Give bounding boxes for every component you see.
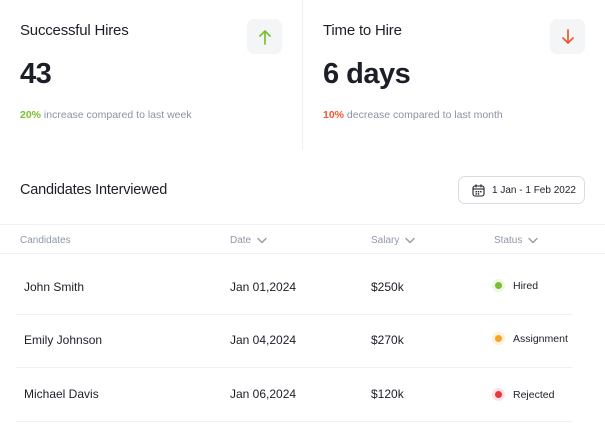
candidate-name: Michael Davis <box>24 387 99 401</box>
trend-up-button[interactable] <box>247 19 282 54</box>
status-dot <box>495 391 502 398</box>
column-header-salary[interactable]: Salary <box>371 235 416 246</box>
kpi-successful-hires: Successful Hires 43 20% increase compare… <box>0 0 302 150</box>
kpi-percent: 10% <box>323 109 345 121</box>
calendar-icon <box>472 183 485 197</box>
status-dot-ring <box>492 388 505 401</box>
candidate-name: John Smith <box>24 280 85 294</box>
status-badge: Hired <box>492 279 538 292</box>
kpi-title: Successful Hires <box>20 22 129 39</box>
salary-value: $270k <box>371 333 404 347</box>
column-header-label: Candidates <box>20 235 71 246</box>
status-label: Hired <box>513 279 539 292</box>
salary-value: $250k <box>371 280 404 294</box>
interview-date: Jan 01,2024 <box>230 280 297 294</box>
column-header-label: Date <box>230 235 252 246</box>
status-badge: Rejected <box>492 388 554 401</box>
kpi-value: 43 <box>20 58 52 90</box>
section-title: Candidates Interviewed <box>20 182 168 198</box>
table-header: Candidates Date Salary Status <box>0 224 605 254</box>
column-header-date[interactable]: Date <box>230 235 267 246</box>
candidate-name: Emily Johnson <box>24 333 103 347</box>
kpi-note-text: decrease compared to last month <box>344 109 503 121</box>
kpi-note-text: increase compared to last week <box>41 109 192 121</box>
chevron-down-icon <box>257 237 267 244</box>
kpi-note: 10% decrease compared to last month <box>323 109 503 121</box>
status-badge: Assignment <box>492 332 568 345</box>
status-label: Assignment <box>513 332 568 345</box>
kpi-percent: 20% <box>20 109 42 121</box>
kpi-time-to-hire: Time to Hire 6 days 10% decrease compare… <box>302 0 605 150</box>
chevron-down-icon <box>405 237 416 244</box>
status-dot-ring <box>492 332 505 345</box>
status-label: Rejected <box>513 388 555 401</box>
kpi-note: 20% increase compared to last week <box>20 109 192 121</box>
date-range-label: 1 Jan - 1 Feb 2022 <box>492 184 576 196</box>
arrow-up-icon <box>258 29 271 45</box>
status-dot <box>495 282 502 289</box>
table-row[interactable]: John Smith Jan 01,2024 $250k Hired <box>16 262 572 315</box>
date-range-picker[interactable]: 1 Jan - 1 Feb 2022 <box>458 176 585 204</box>
interview-date: Jan 06,2024 <box>230 387 297 401</box>
kpi-value: 6 days <box>323 58 411 90</box>
interview-date: Jan 04,2024 <box>230 333 297 347</box>
table-row[interactable]: Emily Johnson Jan 04,2024 $270k Assignme… <box>16 315 572 368</box>
status-dot-ring <box>492 279 505 292</box>
arrow-down-icon <box>561 28 574 44</box>
salary-value: $120k <box>371 387 404 401</box>
trend-down-button[interactable] <box>550 19 585 54</box>
column-header-label: Salary <box>371 235 400 246</box>
table-row[interactable]: Michael Davis Jan 06,2024 $120k Rejected <box>16 369 572 422</box>
column-header-candidates[interactable]: Candidates <box>20 235 71 246</box>
status-dot <box>495 335 502 342</box>
kpi-title: Time to Hire <box>323 22 402 39</box>
column-header-status[interactable]: Status <box>494 235 539 246</box>
chevron-down-icon <box>528 237 539 244</box>
column-header-label: Status <box>494 235 523 246</box>
